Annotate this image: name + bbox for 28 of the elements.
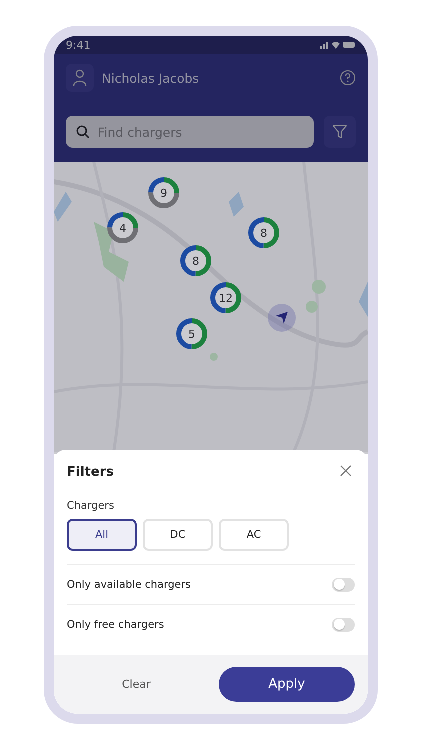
avatar[interactable] <box>66 64 94 92</box>
charger-type-option[interactable]: All <box>67 519 137 551</box>
search-field[interactable]: Find chargers <box>66 116 314 148</box>
toggle-switch[interactable] <box>332 578 355 592</box>
user-name: Nicholas Jacobs <box>102 70 200 86</box>
apply-button[interactable]: Apply <box>219 667 355 702</box>
charger-cluster[interactable]: 4 <box>107 212 139 244</box>
charger-type-option[interactable]: AC <box>219 519 289 551</box>
clear-button[interactable]: Clear <box>54 677 219 692</box>
help-icon[interactable] <box>340 70 356 86</box>
location-arrow-icon[interactable] <box>275 311 289 325</box>
charger-cluster[interactable]: 5 <box>176 318 208 350</box>
toggle-switch[interactable] <box>332 618 355 632</box>
status-icons <box>320 41 356 49</box>
filter-icon <box>332 124 348 140</box>
status-time: 9:41 <box>66 38 91 52</box>
charger-cluster[interactable]: 8 <box>248 217 280 249</box>
person-icon <box>73 69 87 87</box>
charger-cluster[interactable]: 12 <box>210 282 242 314</box>
search-icon <box>76 125 90 139</box>
charger-cluster[interactable]: 8 <box>180 245 212 277</box>
filter-button[interactable] <box>324 116 356 148</box>
charger-type-option[interactable]: DC <box>143 519 213 551</box>
charger-cluster[interactable]: 9 <box>148 177 180 209</box>
sheet-title: Filters <box>67 464 114 480</box>
option-label: Only free chargers <box>67 618 164 630</box>
section-label: Chargers <box>67 500 116 512</box>
option-label: Only available chargers <box>67 578 192 590</box>
